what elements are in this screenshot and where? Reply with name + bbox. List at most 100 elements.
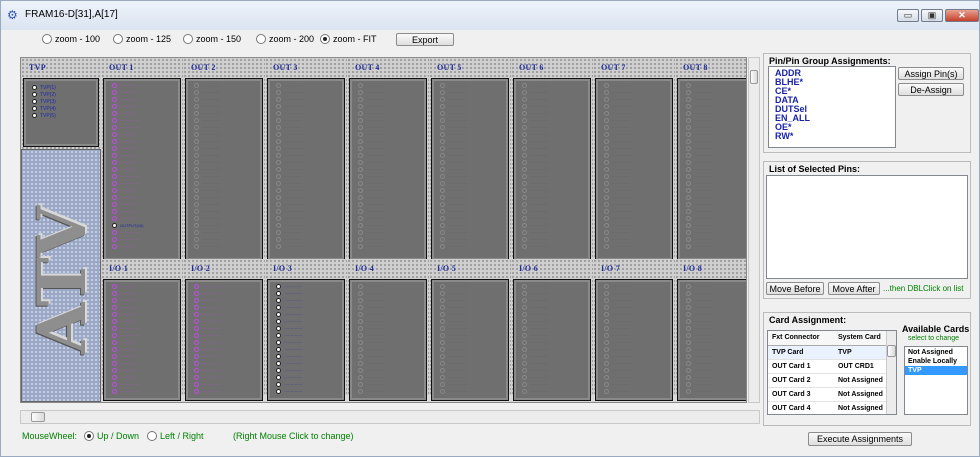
out-pin[interactable]: ·············· bbox=[432, 180, 508, 187]
io-pin[interactable]: ·············· bbox=[432, 297, 508, 304]
out-pin[interactable]: ·············· bbox=[268, 194, 344, 201]
io-pin[interactable]: ·············· bbox=[104, 297, 180, 304]
io-pin[interactable]: ·············· bbox=[596, 353, 672, 360]
io-pin[interactable]: ·············· bbox=[596, 360, 672, 367]
out-pin[interactable]: ·············· bbox=[432, 201, 508, 208]
pin-group-item[interactable]: RW* bbox=[769, 132, 895, 141]
out-pin[interactable]: ·············· bbox=[350, 166, 426, 173]
out-card-3[interactable]: ·············· ·············· ············… bbox=[267, 78, 345, 261]
io-pin[interactable]: ·············· bbox=[432, 332, 508, 339]
io-pin[interactable]: ·············· bbox=[268, 353, 344, 360]
out-pin[interactable]: ·············· bbox=[186, 236, 262, 243]
out-pin[interactable]: ·············· bbox=[350, 138, 426, 145]
io-pin[interactable]: ·············· bbox=[678, 346, 746, 353]
out-pin[interactable]: ·············· bbox=[268, 215, 344, 222]
out-card-5[interactable]: ·············· ·············· ············… bbox=[431, 78, 509, 261]
out-pin[interactable]: ·············· bbox=[678, 229, 746, 236]
zoom-option-5[interactable]: zoom - FIT bbox=[320, 34, 377, 44]
out-pin[interactable]: ·············· bbox=[104, 96, 180, 103]
io-pin[interactable]: ·············· bbox=[104, 353, 180, 360]
io-pin[interactable]: ·············· bbox=[678, 381, 746, 388]
out-pin[interactable]: ·············· bbox=[514, 215, 590, 222]
out-pin[interactable]: ·············· bbox=[596, 222, 672, 229]
io-pin[interactable]: ·············· bbox=[104, 325, 180, 332]
out-pin[interactable]: ·············· bbox=[678, 243, 746, 250]
out-pin[interactable]: ·············· bbox=[514, 180, 590, 187]
out-pin[interactable]: ·············· bbox=[514, 152, 590, 159]
out-pin[interactable]: ·············· bbox=[350, 110, 426, 117]
io-pin[interactable]: ·············· bbox=[268, 346, 344, 353]
out-pin[interactable]: ·············· bbox=[268, 110, 344, 117]
out-pin[interactable]: ·············· bbox=[432, 159, 508, 166]
table-cell[interactable]: OUT CRD1 bbox=[834, 359, 886, 374]
out-pin[interactable]: ·············· bbox=[596, 201, 672, 208]
out-pin[interactable]: ·············· bbox=[104, 138, 180, 145]
io-pin[interactable]: ·············· bbox=[678, 374, 746, 381]
out-pin[interactable]: ·············· bbox=[186, 138, 262, 145]
io-pin[interactable]: ·············· bbox=[104, 388, 180, 395]
io-pin[interactable]: ·············· bbox=[186, 332, 262, 339]
out-pin[interactable]: ·············· bbox=[514, 194, 590, 201]
radio-icon[interactable] bbox=[320, 34, 330, 44]
io-pin[interactable]: ·············· bbox=[268, 374, 344, 381]
zoom-option-4[interactable]: zoom - 200 bbox=[256, 34, 314, 44]
out-pin[interactable]: ·············· bbox=[678, 236, 746, 243]
out-pin[interactable]: ·············· bbox=[350, 215, 426, 222]
out-pin[interactable]: ·············· bbox=[350, 117, 426, 124]
out-pin[interactable]: OUTPUT(16) bbox=[104, 222, 180, 229]
out-pin[interactable]: ·············· bbox=[596, 194, 672, 201]
out-pin[interactable]: ·············· bbox=[514, 145, 590, 152]
io-pin[interactable]: ·············· bbox=[432, 360, 508, 367]
io-pin[interactable]: ·············· bbox=[678, 290, 746, 297]
out-pin[interactable]: ·············· bbox=[268, 243, 344, 250]
out-pin[interactable]: ·············· bbox=[596, 96, 672, 103]
out-pin[interactable]: ·············· bbox=[268, 89, 344, 96]
io-pin[interactable]: ·············· bbox=[104, 381, 180, 388]
out-pin[interactable]: ·············· bbox=[514, 222, 590, 229]
io-pin[interactable]: ·············· bbox=[678, 318, 746, 325]
pin-group-list[interactable]: ADDR BLHE* CE* DATA DUTSel EN_ALL OE* RW* bbox=[768, 66, 896, 148]
out-pin[interactable]: ·············· bbox=[514, 96, 590, 103]
io-pin[interactable]: ·············· bbox=[514, 332, 590, 339]
io-pin[interactable]: ·············· bbox=[596, 339, 672, 346]
out-pin[interactable]: ·············· bbox=[268, 222, 344, 229]
out-pin[interactable]: ·············· bbox=[596, 117, 672, 124]
io-pin[interactable]: ·············· bbox=[268, 381, 344, 388]
io-pin[interactable]: ·············· bbox=[104, 339, 180, 346]
out-pin[interactable]: ·············· bbox=[432, 110, 508, 117]
out-card-8[interactable]: ·············· ·············· ············… bbox=[677, 78, 746, 261]
io-pin[interactable]: ·············· bbox=[678, 297, 746, 304]
export-button[interactable]: Export bbox=[396, 33, 454, 46]
out-pin[interactable]: ·············· bbox=[186, 124, 262, 131]
io-pin[interactable]: ·············· bbox=[104, 311, 180, 318]
io-pin[interactable]: ·············· bbox=[432, 318, 508, 325]
radio-icon[interactable] bbox=[84, 431, 94, 441]
io-pin[interactable]: ·············· bbox=[432, 388, 508, 395]
io-card-1[interactable]: ·············· ·············· ············… bbox=[103, 279, 181, 401]
board-horizontal-scrollbar[interactable] bbox=[20, 410, 760, 424]
out-pin[interactable]: ·············· bbox=[678, 208, 746, 215]
io-pin[interactable]: ·············· bbox=[268, 367, 344, 374]
io-pin[interactable]: ·············· bbox=[350, 381, 426, 388]
out-pin[interactable]: ·············· bbox=[514, 187, 590, 194]
zoom-option-1[interactable]: zoom - 100 bbox=[42, 34, 100, 44]
out-pin[interactable]: ·············· bbox=[678, 152, 746, 159]
out-pin[interactable]: ·············· bbox=[186, 215, 262, 222]
restore-button[interactable]: ▣ bbox=[921, 9, 943, 22]
io-pin[interactable]: ·············· bbox=[104, 283, 180, 290]
io-pin[interactable]: ·············· bbox=[432, 283, 508, 290]
io-pin[interactable]: ·············· bbox=[596, 304, 672, 311]
out-pin[interactable]: ·············· bbox=[186, 117, 262, 124]
io-pin[interactable]: ·············· bbox=[268, 297, 344, 304]
out-pin[interactable]: ·············· bbox=[596, 166, 672, 173]
radio-icon[interactable] bbox=[147, 431, 157, 441]
io-pin[interactable]: ·············· bbox=[432, 374, 508, 381]
io-pin[interactable]: ·············· bbox=[350, 297, 426, 304]
out-pin[interactable]: ·············· bbox=[186, 243, 262, 250]
out-pin[interactable]: ·············· bbox=[104, 236, 180, 243]
table-scrollbar[interactable] bbox=[886, 331, 896, 414]
io-pin[interactable]: ·············· bbox=[678, 339, 746, 346]
out-pin[interactable]: ·············· bbox=[596, 180, 672, 187]
io-pin[interactable]: ·············· bbox=[596, 311, 672, 318]
tvp-card[interactable]: TVP(1) TVP(2) TVP(3) TVP(4) TVP(5) bbox=[23, 78, 99, 147]
